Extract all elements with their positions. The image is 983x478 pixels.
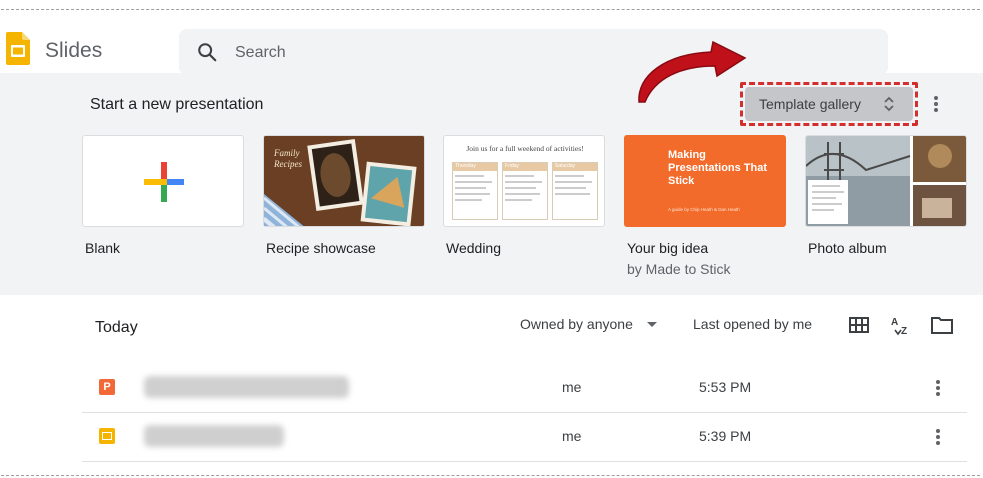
dropdown-arrow-icon[interactable] [647,322,657,327]
template-name: Your big idea [627,240,709,256]
search-icon[interactable] [196,41,218,63]
template-name: Blank [85,240,121,256]
more-vert-icon[interactable] [934,96,938,112]
template-name: Wedding [446,240,502,256]
annotation-arrow-icon [638,40,747,103]
template-recipe-showcase[interactable]: Family Recipes Recipe showcase [263,135,425,256]
section-title: Today [95,319,138,336]
powerpoint-file-icon: P [99,379,115,395]
svg-text:Z: Z [901,326,907,337]
owner-filter-dropdown[interactable]: Owned by anyone [520,316,633,332]
file-owner: me [562,428,582,444]
section-title: Start a new presentation [90,96,264,113]
app-title[interactable]: Slides [45,39,102,63]
template-thumbnail[interactable] [82,135,244,227]
thumbnail-title: Making Presentations That Stick [668,149,768,187]
recent-files-section: Today Owned by anyone Last opened by me … [0,295,983,475]
google-slides-logo-icon[interactable] [6,32,30,65]
file-name-blurred[interactable] [144,376,349,398]
template-subtitle: by Made to Stick [627,261,731,277]
grid-view-icon[interactable] [847,313,871,337]
thumbnail-title: Family Recipes [274,148,302,169]
more-vert-icon[interactable] [936,429,940,445]
top-bar: Slides Search [0,10,983,75]
file-last-opened: 5:39 PM [699,428,752,444]
file-row[interactable]: P me 5:53 PM [82,365,967,413]
file-name-blurred[interactable] [144,425,284,447]
file-row[interactable]: me 5:39 PM [82,414,967,462]
search-input[interactable]: Search [235,44,286,62]
wedding-text-lines [455,175,592,201]
thumbnail-byline: A guide by Chip Heath & Dan Heath [668,207,740,212]
plus-icon [144,162,184,202]
search-bar[interactable]: Search [179,29,888,75]
folder-icon[interactable] [930,313,954,337]
template-name: Photo album [808,240,887,256]
svg-text:A: A [891,317,898,328]
file-owner: me [562,379,582,395]
sort-dropdown[interactable]: Last opened by me [693,316,812,332]
template-thumbnail[interactable]: Making Presentations That Stick A guide … [624,135,786,227]
template-blank[interactable]: Blank [82,135,244,256]
template-thumbnail[interactable] [805,135,967,227]
template-thumbnail[interactable]: Join us for a full weekend of activities… [443,135,605,227]
file-last-opened: 5:53 PM [699,379,752,395]
template-your-big-idea[interactable]: Making Presentations That Stick A guide … [624,135,786,277]
template-thumbnail[interactable]: Family Recipes [263,135,425,227]
sort-az-icon[interactable]: A Z [889,313,913,337]
template-wedding[interactable]: Join us for a full weekend of activities… [443,135,605,256]
more-vert-icon[interactable] [936,380,940,396]
slides-file-icon [99,428,115,444]
photo-album-art [806,136,966,226]
template-name: Recipe showcase [266,240,376,256]
template-photo-album[interactable]: Photo album [805,135,967,256]
template-section: Start a new presentation Template galler… [0,73,983,295]
